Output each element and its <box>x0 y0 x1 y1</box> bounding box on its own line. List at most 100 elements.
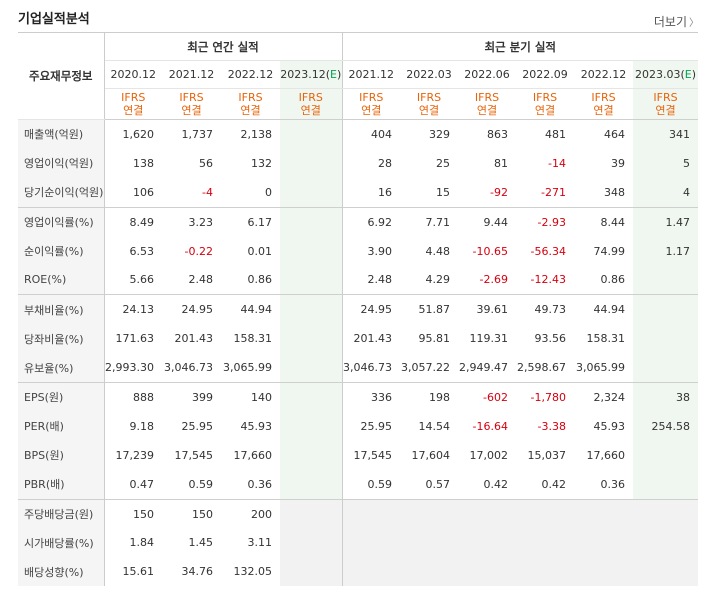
table-cell: 4.48 <box>425 244 451 258</box>
table-cell: 119.31 <box>469 332 509 346</box>
table-cell: 17,545 <box>174 448 214 462</box>
table-cell: 150 <box>104 498 162 529</box>
consolidated-label: 연결 <box>476 104 498 117</box>
table-cell: 0.86 <box>600 273 626 287</box>
table-row: BPS(원) 17,239 17,545 17,660 17,545 17,604 17,0… <box>18 440 698 470</box>
ifrs-label: IFRS <box>298 91 323 104</box>
row-label: PER(배) <box>18 411 105 441</box>
table-cell: 106 <box>133 185 154 199</box>
table-cell <box>400 557 458 587</box>
table-cell: 0.42 <box>483 477 509 491</box>
table-cell: 15.61 <box>122 565 155 579</box>
table-cell: 341 <box>633 119 698 149</box>
table-cell: 74.99 <box>593 244 626 258</box>
table-cell: 15,037 <box>527 448 567 462</box>
table-cell: 34.76 <box>181 565 214 579</box>
table-cell: 9.44 <box>458 206 516 237</box>
table-cell: 201.43 <box>174 332 214 346</box>
consolidated-label: 연결 <box>181 104 202 117</box>
period-header: 2022.12 <box>221 60 280 89</box>
table-cell: -56.34 <box>530 244 566 258</box>
table-cell: 336 <box>342 382 400 412</box>
table-cell <box>633 557 698 587</box>
table-cell <box>400 498 458 529</box>
table-cell: 81 <box>494 156 508 170</box>
consolidated-label: 연결 <box>655 104 676 117</box>
table-cell: 15 <box>436 185 450 199</box>
table-cell: 24.95 <box>162 294 221 325</box>
table-cell: 8.49 <box>104 206 162 237</box>
table-cell: -2.93 <box>516 206 574 237</box>
table-cell: 1.47 <box>633 206 698 237</box>
table-cell: 14.54 <box>418 419 451 433</box>
row-label: 영업이익(억원) <box>18 148 105 178</box>
row-label: 주당배당금(원) <box>18 498 105 529</box>
period-header: 2022.03 <box>400 60 458 89</box>
table-cell <box>516 528 574 558</box>
table-cell: 198 <box>400 382 458 412</box>
table-cell: 17,660 <box>233 448 273 462</box>
table-cell: 3.11 <box>247 536 273 550</box>
table-cell: 1,620 <box>122 127 155 141</box>
table-cell <box>280 557 343 587</box>
table-cell <box>280 294 343 325</box>
table-cell: 3.23 <box>162 206 221 237</box>
table-cell: 863 <box>487 127 508 141</box>
more-link[interactable]: 더보기 〉 <box>654 13 699 30</box>
table-cell: 17,660 <box>586 448 626 462</box>
row-label: 당좌비율(%) <box>18 324 105 354</box>
table-cell: 6.53 <box>129 244 155 258</box>
table-cell <box>458 498 516 529</box>
period-header: 2023.12(E) <box>280 60 343 89</box>
financial-table: 주요재무정보 최근 연간 실적 최근 분기 실적 2020.12 2021.12 2… <box>18 32 698 587</box>
table-cell: 28 <box>378 156 392 170</box>
table-cell: 3,065.99 <box>576 361 625 375</box>
table-cell <box>633 265 698 295</box>
table-cell: 38 <box>633 382 698 412</box>
ifrs-header: IFRS 연결 <box>574 88 633 120</box>
table-cell: 5.66 <box>129 273 155 287</box>
table-cell: 0.36 <box>247 477 273 491</box>
more-label: 더보기 <box>653 15 687 29</box>
table-cell: -0.22 <box>184 244 213 258</box>
table-cell: 399 <box>162 382 221 412</box>
period-header: 2022.12 <box>574 60 633 89</box>
consolidated-label: 연결 <box>534 104 556 117</box>
ifrs-label: IFRS <box>359 91 384 104</box>
table-cell: 8.44 <box>574 206 633 237</box>
table-cell: 2,993.30 <box>105 361 154 375</box>
table-row: 영업이익률(%) 8.49 3.23 6.17 6.92 7.71 9.44 -2.93 8.4… <box>18 206 698 237</box>
table-cell: 0.59 <box>367 477 393 491</box>
table-cell: -271 <box>541 185 566 199</box>
table-cell <box>633 469 698 500</box>
table-cell: 17,604 <box>411 448 451 462</box>
table-cell <box>280 353 343 383</box>
table-row: 시가배당률(%) 1.84 1.45 3.11 <box>18 528 698 558</box>
row-label: 당기순이익(억원) <box>18 177 105 208</box>
table-cell <box>458 557 516 587</box>
label-column-header: 주요재무정보 <box>18 32 105 120</box>
table-cell: -12.43 <box>530 273 566 287</box>
ifrs-header: IFRS 연결 <box>104 88 162 120</box>
table-row: 주당배당금(원) 150 150 200 <box>18 498 698 529</box>
table-cell: 25 <box>436 156 450 170</box>
row-label: 영업이익률(%) <box>18 206 105 237</box>
row-label: 시가배당률(%) <box>18 528 105 558</box>
table-cell: 17,002 <box>469 448 509 462</box>
table-cell <box>574 498 633 529</box>
ifrs-header: IFRS 연결 <box>633 88 698 120</box>
table-cell: -10.65 <box>472 244 508 258</box>
ifrs-label: IFRS <box>179 91 204 104</box>
table-cell: 49.73 <box>516 294 574 325</box>
table-cell: 132.05 <box>233 565 273 579</box>
table-row: 부채비율(%) 24.13 24.95 44.94 24.95 51.87 39.61 49.… <box>18 294 698 325</box>
table-cell: 0.42 <box>541 477 567 491</box>
period-header: 2020.12 <box>104 60 162 89</box>
table-cell: -1,780 <box>516 382 574 412</box>
table-cell: 5 <box>633 148 698 178</box>
table-cell: 17,545 <box>353 448 393 462</box>
table-cell <box>280 206 343 237</box>
consolidated-label: 연결 <box>361 104 382 117</box>
table-cell: 3.90 <box>367 244 393 258</box>
table-row: 순이익률(%) 6.53 -0.22 0.01 3.90 4.48 -10.65 -56.34… <box>18 236 698 266</box>
